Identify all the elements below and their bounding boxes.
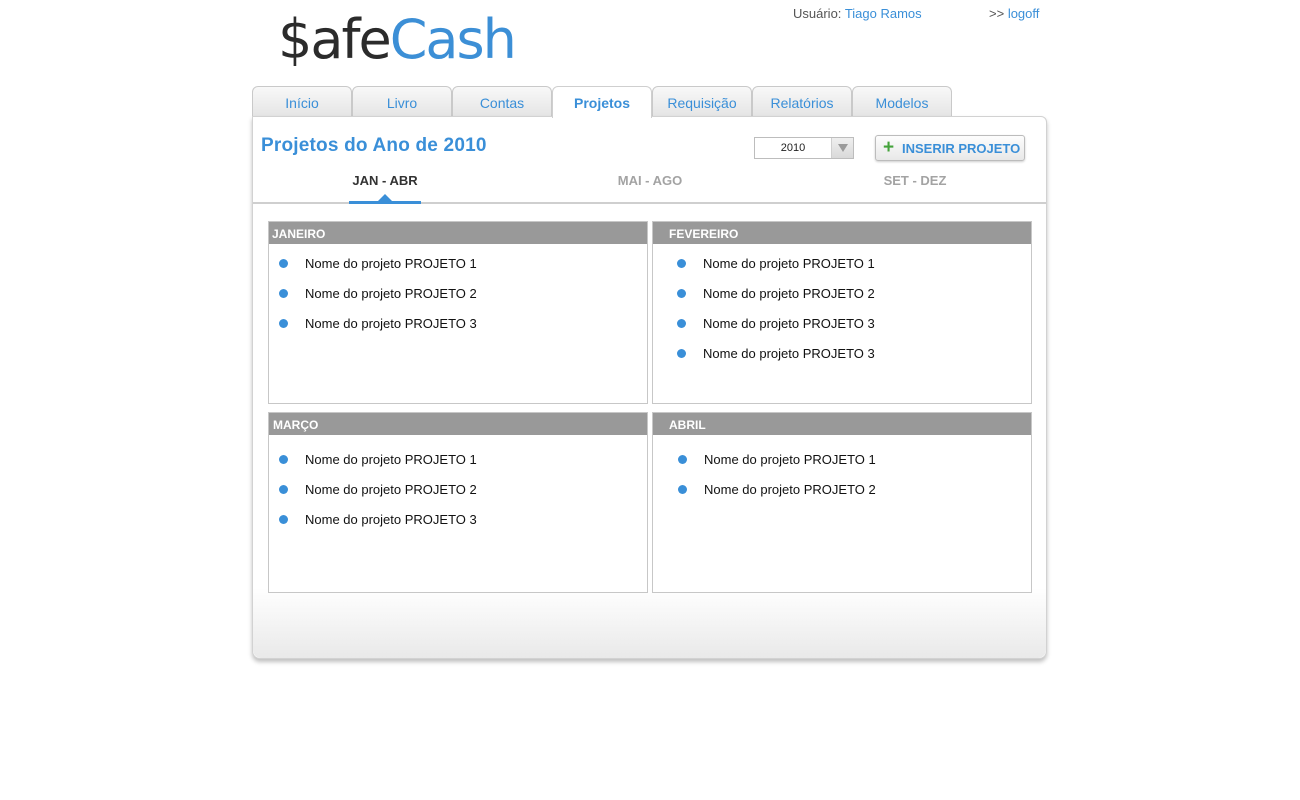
project-item[interactable]: Nome do projeto PROJETO 1 bbox=[269, 450, 647, 480]
period-tab-mai-ago[interactable]: MAI - AGO bbox=[605, 173, 695, 188]
tab-inicio[interactable]: Início bbox=[252, 86, 352, 117]
bullet-icon bbox=[279, 455, 288, 464]
year-select-value: 2010 bbox=[780, 142, 806, 154]
insert-project-label: INSERIR PROJETO bbox=[902, 141, 1021, 156]
tab-contas[interactable]: Contas bbox=[452, 86, 552, 117]
project-name: Nome do projeto PROJETO 2 bbox=[703, 286, 875, 301]
project-item[interactable]: Nome do projeto PROJETO 2 bbox=[269, 284, 647, 314]
bullet-icon bbox=[279, 289, 288, 298]
year-select[interactable]: 2010 bbox=[754, 137, 854, 159]
bullet-icon bbox=[279, 485, 288, 494]
plus-icon: + bbox=[883, 137, 895, 158]
logoff-link[interactable]: logoff bbox=[1008, 6, 1040, 21]
bullet-icon bbox=[279, 259, 288, 268]
logoff-area: >> logoff bbox=[989, 6, 1039, 21]
project-list: Nome do projeto PROJETO 1 Nome do projet… bbox=[269, 435, 647, 540]
project-item[interactable]: Nome do projeto PROJETO 3 bbox=[269, 510, 647, 540]
month-header: FEVEREIRO bbox=[653, 222, 1031, 244]
project-name: Nome do projeto PROJETO 2 bbox=[704, 482, 876, 497]
user-info: Usuário: Tiago Ramos bbox=[793, 6, 922, 21]
tab-projetos[interactable]: Projetos bbox=[552, 86, 652, 118]
chevron-down-icon[interactable] bbox=[831, 138, 853, 158]
project-name: Nome do projeto PROJETO 1 bbox=[703, 256, 875, 271]
project-list: Nome do projeto PROJETO 1 Nome do projet… bbox=[653, 435, 1031, 510]
bullet-icon bbox=[677, 349, 686, 358]
project-item[interactable]: Nome do projeto PROJETO 2 bbox=[269, 480, 647, 510]
logo-part-safe: $afe bbox=[278, 8, 392, 71]
month-header: MARÇO bbox=[269, 413, 647, 435]
logo-part-cash: Cash bbox=[389, 8, 517, 71]
month-header: ABRIL bbox=[653, 413, 1031, 435]
project-item[interactable]: Nome do projeto PROJETO 3 bbox=[653, 344, 1031, 374]
tab-requisicao[interactable]: Requisição bbox=[652, 86, 752, 117]
safecash-logo: $afeCash bbox=[278, 8, 517, 71]
active-period-indicator bbox=[349, 201, 421, 204]
project-name: Nome do projeto PROJETO 1 bbox=[305, 452, 477, 467]
bullet-icon bbox=[677, 289, 686, 298]
project-name: Nome do projeto PROJETO 1 bbox=[305, 256, 477, 271]
tab-relatorios[interactable]: Relatórios bbox=[752, 86, 852, 117]
period-tab-jan-abr[interactable]: JAN - ABR bbox=[349, 173, 421, 188]
month-box-abril: ABRIL Nome do projeto PROJETO 1 Nome do … bbox=[652, 412, 1032, 593]
project-list: Nome do projeto PROJETO 1 Nome do projet… bbox=[653, 244, 1031, 374]
user-name[interactable]: Tiago Ramos bbox=[845, 6, 922, 21]
month-header: JANEIRO bbox=[269, 222, 647, 244]
project-item[interactable]: Nome do projeto PROJETO 2 bbox=[653, 480, 1031, 510]
project-name: Nome do projeto PROJETO 2 bbox=[305, 286, 477, 301]
bullet-icon bbox=[678, 485, 687, 494]
project-item[interactable]: Nome do projeto PROJETO 3 bbox=[269, 314, 647, 344]
project-item[interactable]: Nome do projeto PROJETO 1 bbox=[653, 254, 1031, 284]
logoff-prefix: >> bbox=[989, 6, 1005, 21]
project-name: Nome do projeto PROJETO 3 bbox=[305, 512, 477, 527]
bullet-icon bbox=[279, 319, 288, 328]
tab-livro[interactable]: Livro bbox=[352, 86, 452, 117]
period-tab-set-dez[interactable]: SET - DEZ bbox=[870, 173, 960, 188]
panel-footer bbox=[253, 588, 1046, 658]
project-item[interactable]: Nome do projeto PROJETO 1 bbox=[653, 450, 1031, 480]
bullet-icon bbox=[677, 259, 686, 268]
bullet-icon bbox=[678, 455, 687, 464]
month-box-fevereiro: FEVEREIRO Nome do projeto PROJETO 1 Nome… bbox=[652, 221, 1032, 404]
bullet-icon bbox=[279, 515, 288, 524]
month-box-marco: MARÇO Nome do projeto PROJETO 1 Nome do … bbox=[268, 412, 648, 593]
project-name: Nome do projeto PROJETO 3 bbox=[703, 346, 875, 361]
project-name: Nome do projeto PROJETO 1 bbox=[704, 452, 876, 467]
project-item[interactable]: Nome do projeto PROJETO 3 bbox=[653, 314, 1031, 344]
insert-project-button[interactable]: + INSERIR PROJETO bbox=[875, 135, 1025, 161]
project-name: Nome do projeto PROJETO 3 bbox=[305, 316, 477, 331]
content-panel: Projetos do Ano de 2010 2010 + INSERIR P… bbox=[252, 116, 1047, 659]
page-title: Projetos do Ano de 2010 bbox=[261, 135, 487, 156]
project-list: Nome do projeto PROJETO 1 Nome do projet… bbox=[269, 244, 647, 344]
bullet-icon bbox=[677, 319, 686, 328]
project-item[interactable]: Nome do projeto PROJETO 2 bbox=[653, 284, 1031, 314]
project-item[interactable]: Nome do projeto PROJETO 1 bbox=[269, 254, 647, 284]
user-label: Usuário: bbox=[793, 6, 842, 21]
month-box-janeiro: JANEIRO Nome do projeto PROJETO 1 Nome d… bbox=[268, 221, 648, 404]
tab-modelos[interactable]: Modelos bbox=[852, 86, 952, 117]
project-name: Nome do projeto PROJETO 3 bbox=[703, 316, 875, 331]
caret-up-icon bbox=[378, 194, 392, 201]
project-name: Nome do projeto PROJETO 2 bbox=[305, 482, 477, 497]
main-nav-tabs: Início Livro Contas Projetos Requisição … bbox=[252, 86, 952, 118]
